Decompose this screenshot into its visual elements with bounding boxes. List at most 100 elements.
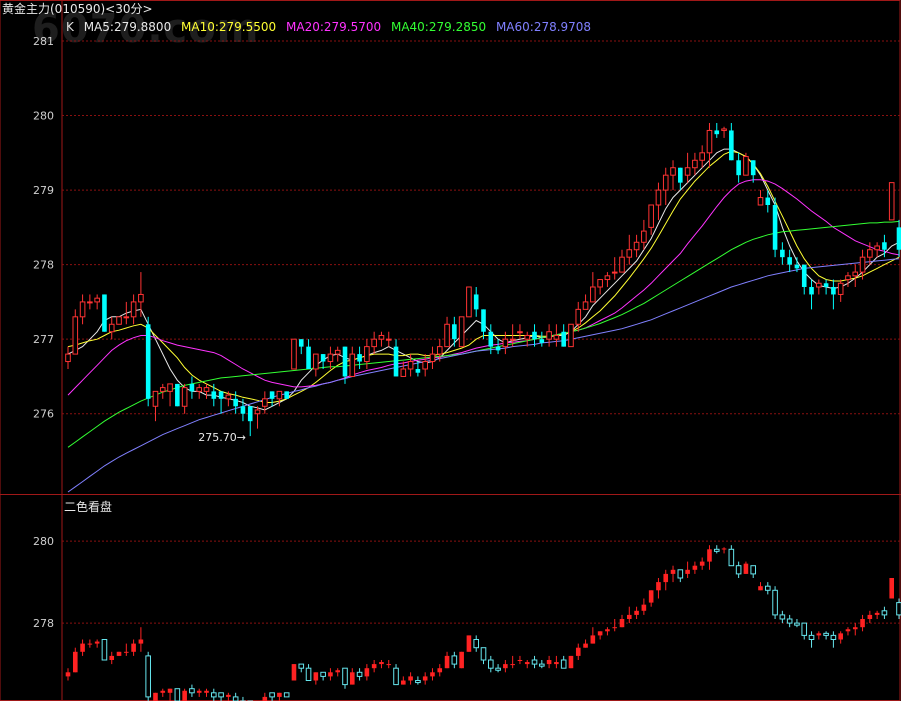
candle-body <box>517 331 523 334</box>
sub-candle-body <box>794 622 800 626</box>
sub-candle-body <box>656 582 661 591</box>
sub-candle-body <box>503 664 508 669</box>
candle-body <box>743 156 749 176</box>
candle-body <box>94 297 100 303</box>
sub-candle-body <box>517 660 523 661</box>
sub-candle-body <box>546 660 552 665</box>
sub-candle-body <box>298 663 305 669</box>
candle-body <box>108 323 115 333</box>
candle-body <box>787 257 792 265</box>
chart-frame <box>0 0 901 701</box>
candle-body <box>502 338 509 348</box>
candle-body <box>859 256 866 273</box>
candle-body <box>233 398 238 407</box>
candle-body <box>429 353 436 363</box>
candle-body <box>809 287 814 295</box>
candle-body <box>852 271 859 277</box>
sub-candle-body <box>735 565 742 575</box>
candle-body <box>284 391 289 399</box>
candle-body <box>823 283 829 287</box>
candle-body <box>181 387 188 407</box>
sub-candle-body <box>896 602 901 616</box>
candle-body <box>159 387 166 392</box>
candle-body <box>524 334 531 340</box>
candle-body <box>225 394 232 400</box>
candle-body <box>211 391 217 399</box>
sub-candle-body <box>305 667 312 682</box>
candle-body <box>291 338 297 370</box>
candle-body <box>203 387 210 392</box>
candle-body <box>349 353 356 377</box>
candle-body <box>254 409 261 415</box>
candle-body <box>123 316 130 319</box>
sub-candle-body <box>473 639 480 649</box>
sub-candle-body <box>554 662 559 665</box>
sub-candle-body <box>874 612 880 615</box>
candle-body <box>79 301 86 318</box>
sub-candle-body <box>277 692 282 697</box>
candle-body <box>633 241 640 251</box>
candle-body <box>320 354 326 362</box>
sub-candle-body <box>401 680 406 685</box>
sub-candle-body <box>167 688 173 693</box>
candle-body <box>619 256 625 273</box>
candle-body <box>189 383 195 392</box>
sub-candle-body <box>713 548 720 552</box>
sub-candle-body <box>356 671 363 677</box>
sub-candle-body <box>80 643 85 652</box>
candle-body <box>371 338 377 348</box>
sub-candle-body <box>65 672 71 677</box>
candle-body <box>385 338 392 341</box>
candle-body <box>269 391 275 399</box>
candle-body <box>262 398 268 407</box>
sub-candle-body <box>889 578 895 599</box>
sub-candle-body <box>750 565 757 575</box>
candle-body <box>364 346 370 363</box>
candle-body <box>495 346 501 351</box>
candle-body <box>298 339 304 347</box>
candle-body <box>276 390 283 400</box>
sub-candle-body <box>480 647 487 661</box>
price-chart[interactable]: 276 277 278 279 280 281 278 280 275.70→ <box>0 0 901 701</box>
sub-candle-body <box>634 610 639 615</box>
sub-candle-body <box>524 662 530 665</box>
sub-candle-body <box>560 659 567 669</box>
candle-body <box>65 353 71 363</box>
candle-body <box>452 324 457 340</box>
candle-body <box>488 331 494 347</box>
sub-candle-body <box>823 632 829 636</box>
sub-candle-body <box>364 668 370 677</box>
sub-candle-body <box>459 651 464 669</box>
sub-candle-body <box>685 569 690 574</box>
sub-candle-body <box>269 692 275 698</box>
sub-candle-body <box>145 655 151 698</box>
y-tick-label: 280 <box>33 535 54 548</box>
candle-body <box>611 271 618 274</box>
sub-candle-body <box>160 690 166 693</box>
candle-body <box>357 354 362 362</box>
sub-candle-body <box>379 662 384 665</box>
sub-candle-body <box>328 672 333 677</box>
candle-body <box>765 197 771 205</box>
candle-body <box>553 334 560 340</box>
sub-candle-body <box>422 676 428 681</box>
candle-body <box>481 309 486 332</box>
sub-candle-body <box>707 549 712 562</box>
sub-candle-body <box>444 655 450 669</box>
sub-candle-body <box>764 585 771 591</box>
candle-body <box>327 353 334 363</box>
sub-candle-body <box>291 664 297 681</box>
sub-candle-body <box>612 627 618 629</box>
sub-candle-body <box>786 618 793 624</box>
sub-candle-body <box>721 548 727 550</box>
candle-body <box>699 152 705 161</box>
sub-candle-body <box>539 663 545 667</box>
candle-body <box>626 249 633 258</box>
candle-body <box>458 316 465 348</box>
sub-candle-body <box>641 604 647 611</box>
sub-candle-body <box>226 694 231 697</box>
candle-body <box>218 391 224 399</box>
sub-candle-body <box>677 569 684 579</box>
candle-body <box>772 205 778 250</box>
candle-body <box>590 286 596 303</box>
